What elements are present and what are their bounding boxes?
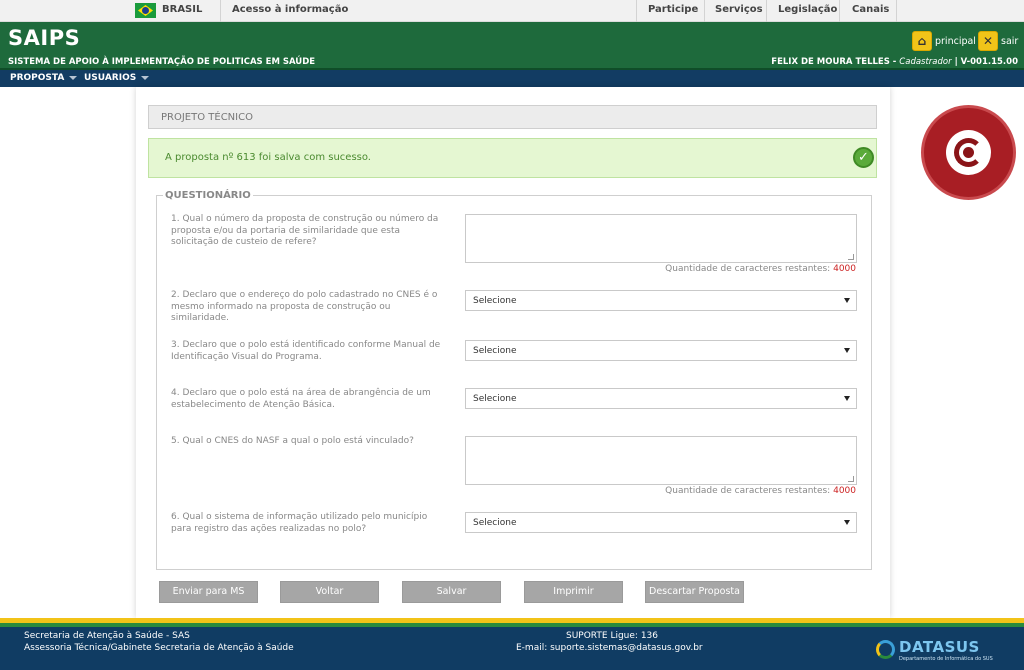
footer-support: SUPORTE Ligue: 136 [566,631,658,641]
dropdown-arrow-icon [844,520,850,525]
participe-link[interactable]: Participe [648,4,698,15]
servicos-link[interactable]: Serviços [715,4,763,15]
close-icon: ✕ [978,31,998,51]
menu-usuarios[interactable]: USUARIOS [84,73,150,83]
imprimir-button[interactable]: Imprimir [524,581,623,603]
homologation-seal-icon [921,105,1016,200]
chevron-down-icon [141,75,150,80]
footer-email[interactable]: E-mail: suporte.sistemas@datasus.gov.br [516,643,703,653]
dropdown-arrow-icon [844,396,850,401]
question-2-select[interactable]: Selecione [465,290,857,311]
sair-button[interactable]: ✕ sair [978,30,1018,52]
success-message: A proposta nº 613 foi salva com sucesso. [148,138,877,178]
footer-assessoria: Assessoria Técnica/Gabinete Secretaria d… [24,643,294,653]
gov-divider [766,0,767,22]
descartar-proposta-button[interactable]: Descartar Proposta [645,581,744,603]
resize-grip-icon[interactable] [848,476,854,482]
principal-label: principal [935,35,976,47]
question-4-label: 4. Declaro que o polo está na área de ab… [171,388,431,410]
footer: Secretaria de Atenção à Saúde - SAS Asse… [0,627,1024,670]
datasus-mark [876,640,895,659]
enviar-para-ms-button[interactable]: Enviar para MS [159,581,258,603]
sair-label: sair [1001,35,1019,47]
acesso-informacao-link[interactable]: Acesso à informação [232,4,348,15]
counter-label: Quantidade de caracteres restantes: [665,486,831,496]
gov-brasil-link[interactable]: BRASIL [162,4,202,15]
check-icon: ✓ [853,147,874,168]
datasus-logo-icon: DATASUS Departamento de Informática do S… [876,638,993,664]
app-subtitle: SISTEMA DE APOIO À IMPLEMENTAÇÃO DE POLI… [8,57,316,67]
section-title: PROJETO TÉCNICO [148,105,877,129]
question-3-select-value: Selecione [473,346,517,356]
user-role: Cadastrador [899,57,952,67]
home-icon: ⌂ [912,31,932,51]
question-6-select-value: Selecione [473,518,517,528]
counter-value: 4000 [833,264,856,274]
dropdown-arrow-icon [844,298,850,303]
question-3-select[interactable]: Selecione [465,340,857,361]
datasus-logo-sub: Departamento de Informática do SUS [899,656,993,662]
app-title: SAIPS [8,26,81,50]
legislacao-link[interactable]: Legislação [778,4,837,15]
user-info: FELIX DE MOURA TELLES - Cadastrador | V-… [771,57,1018,67]
canais-link[interactable]: Canais [852,4,889,15]
questionnaire-legend: QUESTIONÁRIO [165,190,251,201]
question-6-label: 6. Qual o sistema de informação utilizad… [171,512,428,534]
gov-divider [220,0,221,22]
principal-button[interactable]: ⌂ principal [912,30,976,52]
gov-divider [704,0,705,22]
menu-proposta[interactable]: PROPOSTA [10,73,78,83]
app-header: SAIPS SISTEMA DE APOIO À IMPLEMENTAÇÃO D… [0,22,1024,70]
question-3-label: 3. Declaro que o polo está identificado … [171,340,441,362]
question-2-label: 2. Declaro que o endereço do polo cadast… [171,290,438,323]
menu-proposta-label: PROPOSTA [10,73,65,83]
question-5-label: 5. Qual o CNES do NASF a qual o polo est… [171,436,414,446]
footer-sas: Secretaria de Atenção à Saúde - SAS [24,631,190,641]
gov-divider [636,0,637,22]
gov-divider [839,0,840,22]
question-6-select[interactable]: Selecione [465,512,857,533]
question-4-select-value: Selecione [473,394,517,404]
question-5-counter: Quantidade de caracteres restantes: 4000 [600,486,856,496]
user-name: FELIX DE MOURA TELLES - [771,57,897,67]
resize-grip-icon[interactable] [848,254,854,260]
question-4-select[interactable]: Selecione [465,388,857,409]
menu-usuarios-label: USUARIOS [84,73,137,83]
question-1-counter: Quantidade de caracteres restantes: 4000 [600,264,856,274]
voltar-button[interactable]: Voltar [280,581,379,603]
question-1-label: 1. Qual o número da proposta de construç… [171,214,439,247]
main-menu-bar: PROPOSTA USUARIOS [0,70,1024,87]
counter-value: 4000 [833,486,856,496]
question-5-textarea[interactable] [465,436,857,485]
chevron-down-icon [69,75,78,80]
dropdown-arrow-icon [844,348,850,353]
brazil-flag-icon [135,3,156,18]
gov-top-bar: BRASIL Acesso à informação Participe Ser… [0,0,1024,22]
app-version: | V-001.15.00 [954,57,1018,67]
salvar-button[interactable]: Salvar [402,581,501,603]
counter-label: Quantidade de caracteres restantes: [665,264,831,274]
question-2-select-value: Selecione [473,296,517,306]
question-1-textarea[interactable] [465,214,857,263]
datasus-logo-text: DATASUS [899,638,980,656]
gov-divider [896,0,897,22]
